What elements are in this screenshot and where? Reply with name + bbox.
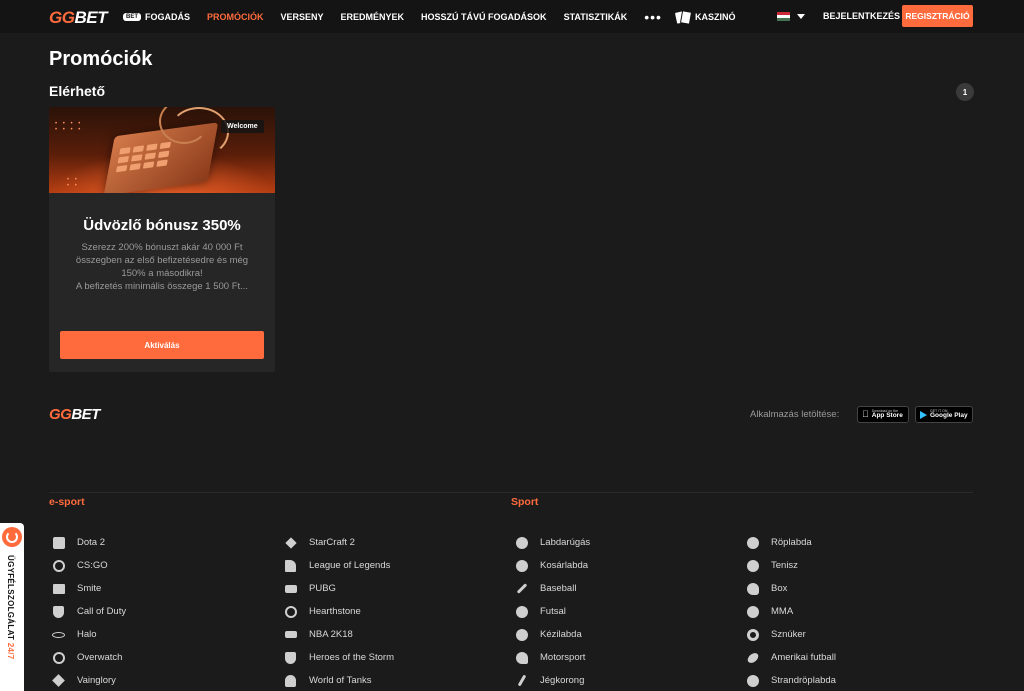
list-item[interactable]: Sznúker xyxy=(746,623,836,646)
app-download-label: Alkalmazás letöltése: xyxy=(750,409,840,420)
esport-list-1: Dota 2 CS:GO Smite Call of Duty Halo Ove… xyxy=(52,531,126,691)
nav-outrights[interactable]: HOSSZÚ TÁVÚ FOGADÁSOK xyxy=(421,12,547,22)
sport-list-1: Labdarúgás Kosárlabda Baseball Futsal Ké… xyxy=(515,531,590,691)
more-menu-icon[interactable]: ••• xyxy=(644,9,662,25)
nav-statistics[interactable]: STATISZTIKÁK xyxy=(564,12,628,22)
callofduty-icon xyxy=(52,605,65,618)
main-nav: BET FOGADÁS PROMÓCIÓK VERSENY EREDMÉNYEK… xyxy=(123,0,752,33)
hungarian-flag-icon[interactable] xyxy=(777,12,790,21)
register-button[interactable]: REGISZTRÁCIÓ xyxy=(902,5,973,27)
nav-results[interactable]: EREDMÉNYEK xyxy=(341,12,405,22)
hearthstone-icon xyxy=(284,605,297,618)
list-item[interactable]: MMA xyxy=(746,600,836,623)
footer-divider xyxy=(49,492,973,493)
list-item[interactable]: Dota 2 xyxy=(52,531,126,554)
esport-heading: e-sport xyxy=(49,496,85,508)
nav-tournament[interactable]: VERSENY xyxy=(281,12,324,22)
baseball-icon xyxy=(515,582,528,595)
snooker-icon xyxy=(746,628,759,641)
nav-promotions[interactable]: PROMÓCIÓK xyxy=(207,12,264,22)
wot-icon xyxy=(284,674,297,687)
top-navigation-bar: GGBET BET FOGADÁS PROMÓCIÓK VERSENY ERED… xyxy=(0,0,1024,33)
list-item[interactable]: Heroes of the Storm xyxy=(284,646,394,669)
apple-icon:  xyxy=(862,410,869,419)
boxing-glove-icon xyxy=(746,582,759,595)
futsal-icon xyxy=(515,605,528,618)
volleyball-icon xyxy=(746,536,759,549)
list-item[interactable]: Jégkorong xyxy=(515,669,590,691)
promo-card-welcome-bonus[interactable]: • • • • • • • • • • • • Welcome Üdvözlő bó… xyxy=(49,107,275,372)
list-item[interactable]: PUBG xyxy=(284,577,394,600)
basketball-icon xyxy=(515,559,528,572)
list-item[interactable]: World of Tanks xyxy=(284,669,394,691)
list-item[interactable]: Call of Duty xyxy=(52,600,126,623)
esport-list-2: StarCraft 2 League of Legends PUBG Heart… xyxy=(284,531,394,691)
promo-description: Szerezz 200% bónuszt akár 40 000 Ft össz… xyxy=(75,242,249,292)
starcraft-icon xyxy=(284,536,297,549)
vainglory-icon xyxy=(52,674,65,687)
list-item[interactable]: Hearthstone xyxy=(284,600,394,623)
csgo-icon xyxy=(52,559,65,572)
list-item[interactable]: NBA 2K18 xyxy=(284,623,394,646)
list-item[interactable]: Kézilabda xyxy=(515,623,590,646)
list-item[interactable]: Amerikai futball xyxy=(745,646,836,669)
nav-betting[interactable]: BET FOGADÁS xyxy=(123,12,190,22)
list-item[interactable]: Strandröplabda xyxy=(746,669,836,691)
list-item[interactable]: Smite xyxy=(52,577,126,600)
heroes-icon xyxy=(284,651,297,664)
list-item[interactable]: Baseball xyxy=(515,577,590,600)
page-title: Promóciók xyxy=(49,48,153,70)
playing-cards-icon xyxy=(676,11,690,23)
language-chevron-down-icon[interactable] xyxy=(797,14,805,19)
american-football-icon xyxy=(745,650,760,665)
nba2k-icon xyxy=(284,628,297,641)
list-item[interactable]: Kosárlabda xyxy=(515,554,590,577)
welcome-tag: Welcome xyxy=(221,120,264,133)
lol-icon xyxy=(284,559,297,572)
promo-count-badge: 1 xyxy=(956,83,974,101)
list-item[interactable]: League of Legends xyxy=(284,554,394,577)
list-item[interactable]: Box xyxy=(746,577,836,600)
list-item[interactable]: Tenisz xyxy=(746,554,836,577)
smite-icon xyxy=(52,582,65,595)
beach-volleyball-icon xyxy=(746,674,759,687)
promo-banner-image: • • • • • • • • • • • • Welcome xyxy=(49,107,275,193)
footer-ggbet-logo[interactable]: GGBET xyxy=(49,406,100,423)
sport-heading: Sport xyxy=(511,496,539,508)
sport-list-2: Röplabda Tenisz Box MMA Sznúker Amerikai… xyxy=(745,531,836,691)
dota2-icon xyxy=(52,536,65,549)
section-title-available: Elérhető xyxy=(49,83,106,99)
mma-icon xyxy=(746,605,759,618)
list-item[interactable]: Motorsport xyxy=(515,646,590,669)
bet-badge-icon: BET xyxy=(123,12,141,21)
soccer-ball-icon xyxy=(515,536,528,549)
login-button[interactable]: BEJELENTKEZÉS xyxy=(823,11,900,21)
list-item[interactable]: Halo xyxy=(52,623,126,646)
activate-button[interactable]: Aktiválás xyxy=(60,331,264,359)
ggbet-logo[interactable]: GGBET xyxy=(49,8,107,28)
halo-icon xyxy=(52,628,65,641)
list-item[interactable]: Labdarúgás xyxy=(515,531,590,554)
google-play-icon xyxy=(920,410,927,419)
pubg-icon xyxy=(284,582,297,595)
app-store-button[interactable]:  Download on the App Store xyxy=(857,406,909,423)
google-play-button[interactable]: GET IT ON Google Play xyxy=(915,406,973,423)
list-item[interactable]: Vainglory xyxy=(52,669,126,691)
list-item[interactable]: Futsal xyxy=(515,600,590,623)
customer-support-tab[interactable]: ÜGYFÉLSZOLGÁLAT 24/7 xyxy=(0,523,24,691)
list-item[interactable]: Overwatch xyxy=(52,646,126,669)
headset-icon xyxy=(2,527,22,547)
nav-casino[interactable]: KASZINÓ xyxy=(676,11,736,23)
hockey-icon xyxy=(515,674,528,687)
list-item[interactable]: Röplabda xyxy=(746,531,836,554)
overwatch-icon xyxy=(52,651,65,664)
list-item[interactable]: StarCraft 2 xyxy=(284,531,394,554)
promo-title: Üdvözlő bónusz 350% xyxy=(83,217,241,234)
handball-icon xyxy=(515,628,528,641)
tennis-icon xyxy=(746,559,759,572)
helmet-icon xyxy=(515,651,528,664)
list-item[interactable]: CS:GO xyxy=(52,554,126,577)
